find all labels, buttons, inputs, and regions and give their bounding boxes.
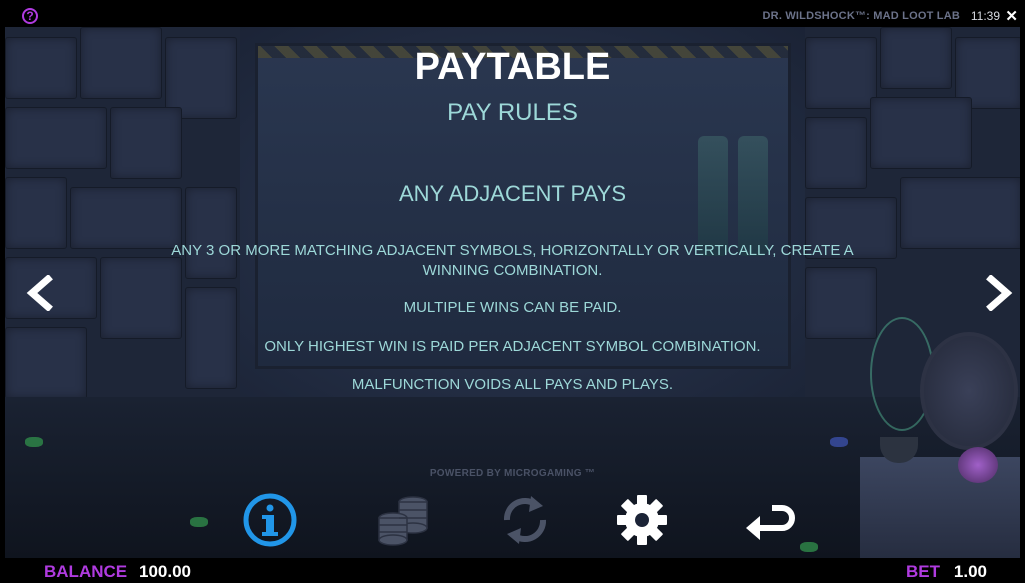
game-frame: ? DR. WILDSHOCK™: MAD LOOT LAB 11:39 ✕ P…: [5, 5, 1020, 583]
mad-machine: [850, 317, 1020, 558]
balance-label: BALANCE: [44, 562, 128, 581]
autoplay-icon[interactable]: [497, 492, 553, 548]
rule-text: MULTIPLE WINS CAN BE PAID.: [403, 299, 622, 316]
balance-value: 100.00: [139, 562, 191, 581]
game-title: DR. WILDSHOCK™: MAD LOOT LAB: [762, 10, 960, 22]
bet-value: 1.00: [953, 562, 987, 581]
chevron-left-icon[interactable]: [24, 275, 54, 311]
gem-decoration: [190, 517, 208, 527]
generator-decoration: [920, 332, 1018, 450]
section-title: ANY ADJACENT PAYS: [398, 181, 626, 206]
paytable-subtitle: PAY RULES: [447, 99, 578, 126]
top-bar: ? DR. WILDSHOCK™: MAD LOOT LAB 11:39 ✕: [5, 5, 1020, 27]
bet-label: BET: [906, 562, 940, 581]
wall-brick: [5, 327, 87, 399]
help-icon[interactable]: ?: [22, 8, 38, 24]
gem-decoration: [25, 437, 43, 447]
gem-decoration: [800, 542, 818, 552]
rule-text: ONLY HIGHEST WIN IS PAID PER ADJACENT SY…: [264, 338, 761, 355]
coins-icon[interactable]: [375, 492, 431, 548]
back-icon[interactable]: [742, 492, 798, 548]
wall-brick: [805, 117, 867, 189]
rule-text: ANY 3 OR MORE MATCHING ADJACENT SYMBOLS,…: [171, 242, 854, 279]
rule-text: MALFUNCTION VOIDS ALL PAYS AND PLAYS.: [351, 376, 674, 393]
gear-icon[interactable]: [614, 492, 670, 548]
clock: 11:39: [970, 9, 1000, 23]
chevron-right-icon[interactable]: [985, 275, 1015, 311]
close-icon[interactable]: ✕: [1005, 7, 1018, 25]
bottom-bar: BALANCE 100.00 BET 1.00: [5, 558, 1020, 583]
info-icon[interactable]: [242, 492, 298, 548]
gem-decoration: [830, 437, 848, 447]
paytable-title: PAYTABLE: [414, 46, 611, 88]
powered-by: POWERED BY MICROGAMING ™: [429, 468, 596, 479]
